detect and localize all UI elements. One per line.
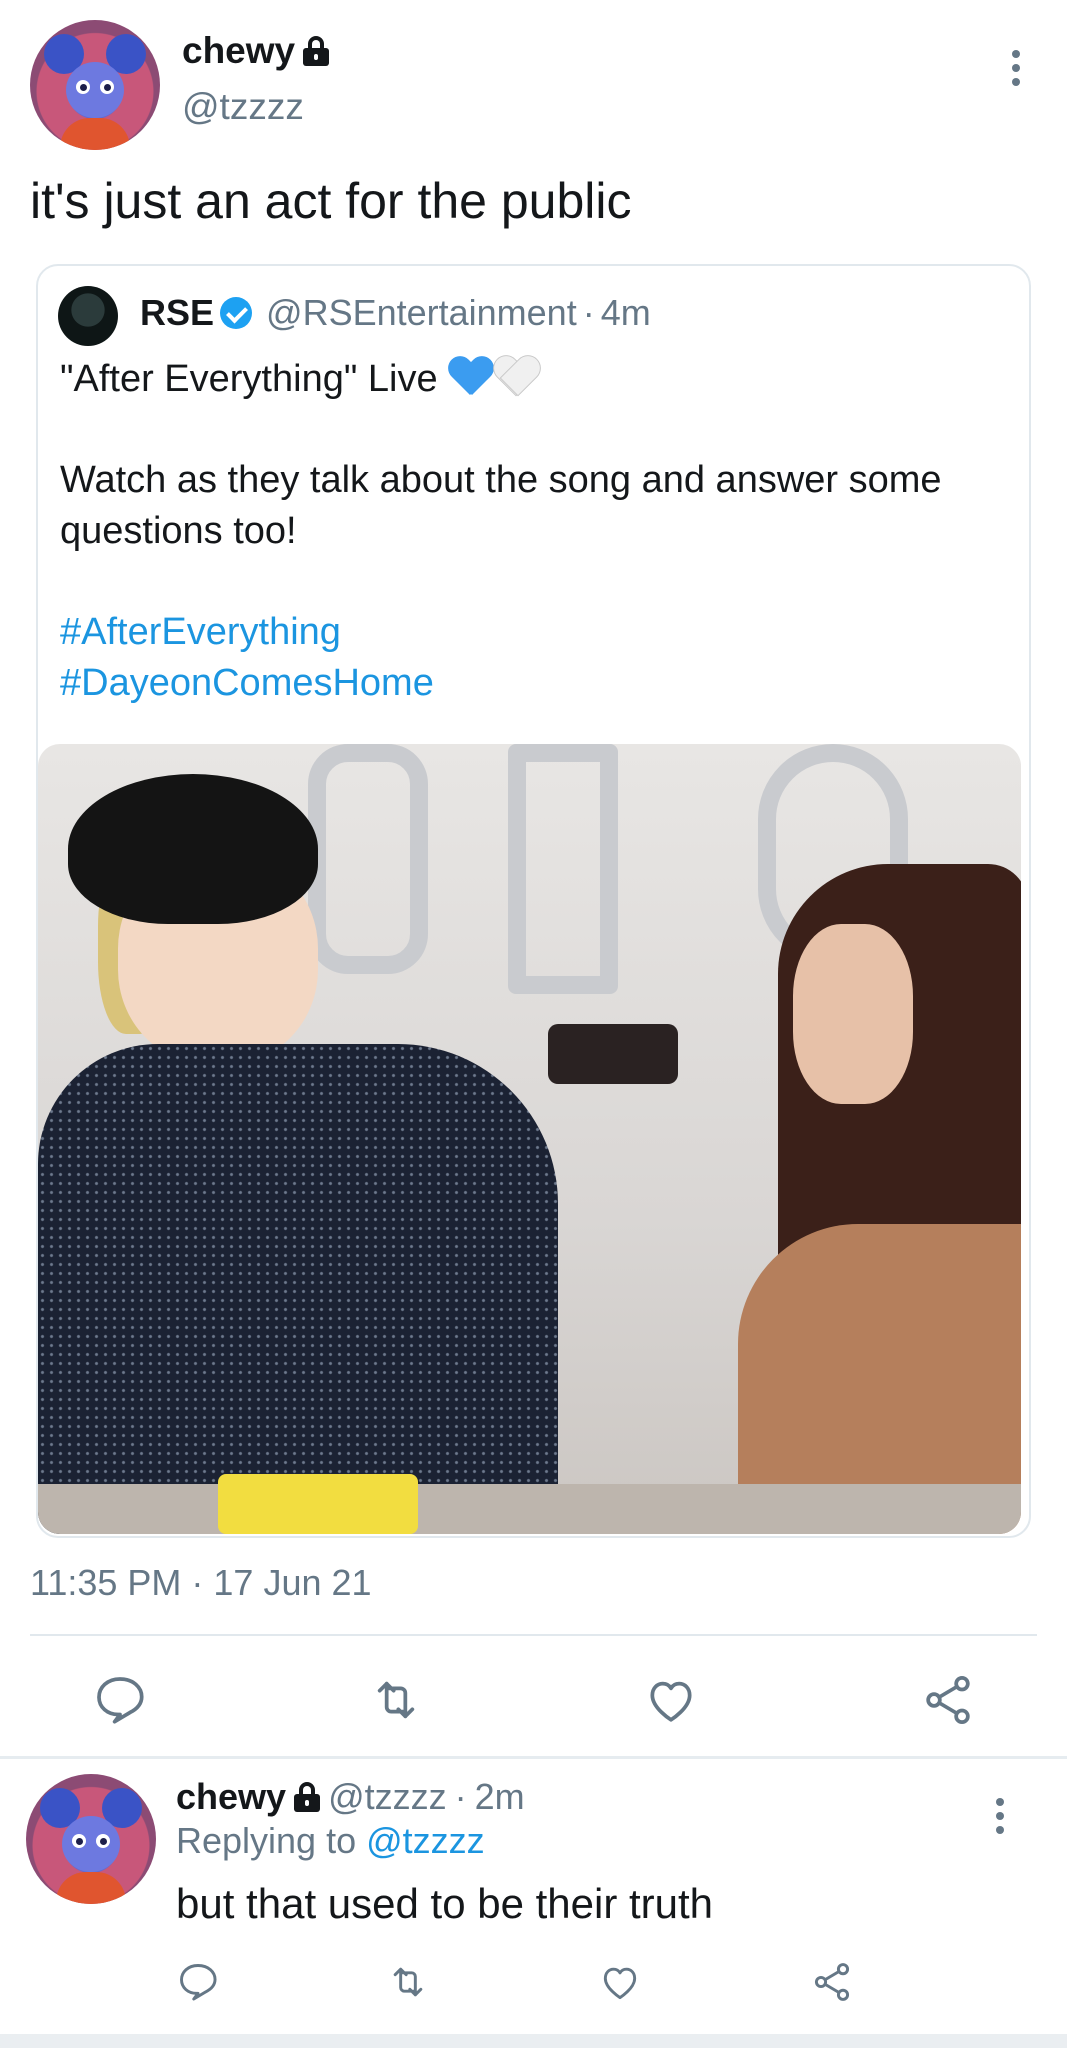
quoted-avatar[interactable]	[58, 286, 118, 346]
quoted-tweet-card[interactable]: RSE @RSEntertainment · 4m "After Everyth…	[36, 264, 1031, 1538]
divider	[30, 1634, 1037, 1636]
reply-header: chewy @tzzzz · 2m	[176, 1776, 525, 1818]
blue-heart-emoji-icon	[448, 357, 494, 399]
reply-icon[interactable]	[92, 1672, 148, 1728]
white-heart-emoji-icon	[494, 357, 540, 399]
avatar[interactable]	[30, 20, 160, 150]
replying-prefix: Replying to	[176, 1820, 357, 1861]
reply-handle[interactable]: @tzzzz	[328, 1776, 447, 1818]
quoted-display-name[interactable]: RSE	[140, 292, 214, 334]
quoted-time: 4m	[600, 292, 651, 333]
reply-display-name[interactable]: chewy	[176, 1776, 286, 1818]
separator-dot: ·	[582, 292, 595, 333]
quoted-tweet-body: "After Everything" Live Watch as they ta…	[60, 354, 1010, 709]
display-name-text[interactable]: chewy	[182, 30, 295, 72]
reply-time: 2m	[474, 1776, 525, 1817]
quoted-line-2: Watch as they talk about the song and an…	[60, 459, 942, 552]
more-vertical-icon[interactable]	[994, 1796, 1004, 1836]
display-name[interactable]: chewy	[182, 30, 330, 72]
section-divider	[0, 1756, 1067, 1759]
quoted-tweet-header: RSE @RSEntertainment · 4m	[140, 292, 651, 334]
like-icon[interactable]	[598, 1960, 642, 2004]
bottom-divider	[0, 2034, 1067, 2048]
separator-dot: ·	[454, 1776, 467, 1817]
hashtag-link[interactable]: #AfterEverything	[60, 607, 1010, 658]
quoted-line-1: "After Everything" Live	[60, 358, 438, 400]
lock-icon	[303, 36, 330, 66]
action-bar	[0, 1660, 1067, 1736]
avatar[interactable]	[26, 1774, 156, 1904]
tweet-photo[interactable]	[38, 744, 1021, 1534]
reply-text: but that used to be their truth	[176, 1880, 714, 1927]
more-vertical-icon[interactable]	[1010, 48, 1020, 88]
mention-link[interactable]: @tzzzz	[366, 1820, 485, 1861]
share-icon[interactable]	[810, 1960, 854, 2004]
share-icon[interactable]	[920, 1672, 976, 1728]
retweet-icon[interactable]	[386, 1960, 430, 2004]
replying-to: Replying to @tzzzz	[176, 1820, 485, 1862]
quoted-handle[interactable]: @RSEntertainment	[266, 292, 577, 334]
tweet-text: it's just an act for the public	[30, 173, 632, 229]
like-icon[interactable]	[643, 1672, 699, 1728]
handle[interactable]: @tzzzz	[182, 86, 304, 128]
tweet-timestamp[interactable]: 11:35 PM · 17 Jun 21	[30, 1562, 372, 1604]
verified-badge-icon	[220, 297, 253, 329]
retweet-icon[interactable]	[368, 1672, 424, 1728]
hashtag-link[interactable]: #DayeonComesHome	[60, 658, 1010, 709]
reply-action-bar	[176, 1960, 896, 2020]
reply-icon[interactable]	[176, 1960, 220, 2004]
tweet-header: chewy @tzzzz	[30, 20, 1040, 150]
reply-tweet[interactable]: chewy @tzzzz · 2m Replying to @tzzzz but…	[0, 1760, 1067, 2048]
lock-icon	[294, 1782, 321, 1812]
